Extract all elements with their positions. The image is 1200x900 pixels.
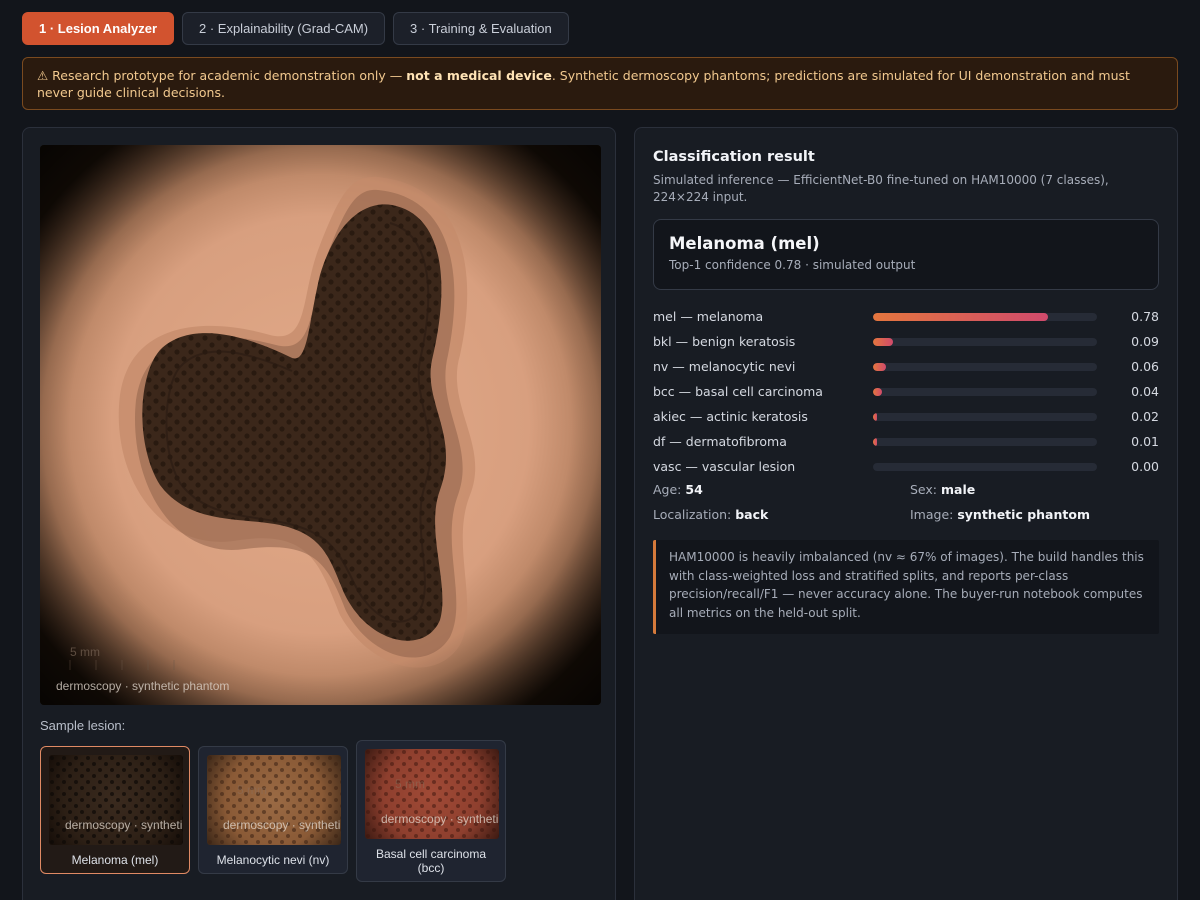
sample-thumbnail: 5 mm dermoscopy · syntheti — [365, 749, 499, 839]
top-prediction-card: Melanoma (mel) Top-1 confidence 0.78 · s… — [653, 219, 1159, 290]
probability-bar — [873, 362, 887, 371]
probability-value: 0.04 — [1131, 384, 1159, 399]
result-title: Classification result — [653, 149, 815, 165]
sample-caption: dermoscopy · syntheti — [65, 818, 183, 832]
sample-bcc[interactable]: 5 mm dermoscopy · syntheti Basal cell ca… — [356, 740, 506, 882]
banner-prefix: ⚠ Research prototype for academic demons… — [37, 68, 407, 83]
sample-caption: dermoscopy · syntheti — [223, 818, 341, 832]
meta-image: Image: synthetic phantom — [910, 507, 1090, 522]
class-label: bkl — benign keratosis — [653, 334, 796, 349]
probability-bar — [873, 412, 878, 421]
image-caption: dermoscopy · synthetic phantom — [56, 679, 230, 693]
probability-value: 0.00 — [1131, 459, 1159, 474]
sample-thumbnail: dermoscopy · syntheti — [49, 755, 183, 845]
sample-scale-label: 5 mm — [395, 777, 425, 791]
sample-scale-label: 5 mm — [237, 783, 267, 797]
sample-thumbnail: 5 mm dermoscopy · syntheti — [207, 755, 341, 845]
probability-track — [873, 462, 1097, 471]
probability-track — [873, 362, 1097, 371]
meta-localization: Localization: back — [653, 507, 769, 522]
probability-bar — [873, 312, 1048, 321]
banner-emphasis: not a medical device — [406, 68, 552, 83]
top-prediction: Melanoma (mel) — [669, 234, 820, 253]
lesion-panel: 5 mm dermoscopy · synthetic phantom Samp… — [22, 127, 616, 900]
probability-track — [873, 412, 1097, 421]
probability-value: 0.06 — [1131, 359, 1159, 374]
tab-training-evaluation[interactable]: 3 · Training & Evaluation — [393, 12, 569, 45]
patient-metadata: Age: 54 Sex: male Localization: back Ima… — [653, 482, 1159, 524]
tab-explainability[interactable]: 2 · Explainability (Grad-CAM) — [182, 12, 386, 45]
class-label: mel — melanoma — [653, 309, 764, 324]
sample-lesion-list: dermoscopy · syntheti Melanoma (mel) 5 m… — [40, 740, 506, 882]
disclaimer-banner: ⚠ Research prototype for academic demons… — [22, 57, 1178, 110]
probability-track — [873, 437, 1097, 446]
probability-list: mel — melanoma 0.78 bkl — benign keratosis… — [653, 304, 1159, 479]
tab-lesion-analyzer[interactable]: 1 · Lesion Analyzer — [22, 12, 174, 45]
probability-row: mel — melanoma 0.78 — [653, 304, 1159, 329]
probability-row: bkl — benign keratosis 0.09 — [653, 329, 1159, 354]
sample-melanoma[interactable]: dermoscopy · syntheti Melanoma (mel) — [40, 746, 190, 874]
probability-row: bcc — basal cell carcinoma 0.04 — [653, 379, 1159, 404]
classification-panel: Classification result Simulated inferenc… — [634, 127, 1178, 900]
meta-sex: Sex: male — [910, 482, 976, 497]
probability-value: 0.02 — [1131, 409, 1159, 424]
meta-age: Age: 54 — [653, 482, 703, 497]
probability-track — [873, 312, 1097, 321]
probability-row: vasc — vascular lesion 0.00 — [653, 454, 1159, 479]
probability-bar — [873, 387, 882, 396]
sample-name: Basal cell carcinoma (bcc) — [375, 847, 487, 875]
probability-value: 0.09 — [1131, 334, 1159, 349]
probability-track — [873, 337, 1097, 346]
probability-bar — [873, 437, 878, 446]
imbalance-note: HAM10000 is heavily imbalanced (nv ≈ 67%… — [653, 540, 1159, 634]
sample-caption: dermoscopy · syntheti — [381, 812, 499, 826]
probability-row: nv — melanocytic nevi 0.06 — [653, 354, 1159, 379]
probability-row: akiec — actinic keratosis 0.02 — [653, 404, 1159, 429]
result-subtitle: Simulated inference — EfficientNet-B0 fi… — [653, 173, 1109, 204]
class-label: akiec — actinic keratosis — [653, 409, 808, 424]
class-label: nv — melanocytic nevi — [653, 359, 796, 374]
lesion-image: 5 mm dermoscopy · synthetic phantom — [40, 145, 601, 705]
class-label: bcc — basal cell carcinoma — [653, 384, 823, 399]
probability-bar — [873, 337, 894, 346]
sample-nevi[interactable]: 5 mm dermoscopy · syntheti Melanocytic n… — [198, 746, 348, 874]
top-confidence: Top-1 confidence 0.78 · simulated output — [669, 258, 916, 272]
probability-track — [873, 387, 1097, 396]
class-label: df — dermatofibroma — [653, 434, 787, 449]
probability-value: 0.01 — [1131, 434, 1159, 449]
sample-lesion-label: Sample lesion: — [40, 718, 126, 733]
tab-bar: 1 · Lesion Analyzer 2 · Explainability (… — [22, 12, 569, 45]
probability-row: df — dermatofibroma 0.01 — [653, 429, 1159, 454]
scale-label: 5 mm — [70, 645, 100, 659]
sample-name: Melanocytic nevi (nv) — [216, 853, 330, 867]
class-label: vasc — vascular lesion — [653, 459, 796, 474]
probability-value: 0.78 — [1131, 309, 1159, 324]
sample-name: Melanoma (mel) — [71, 853, 159, 867]
